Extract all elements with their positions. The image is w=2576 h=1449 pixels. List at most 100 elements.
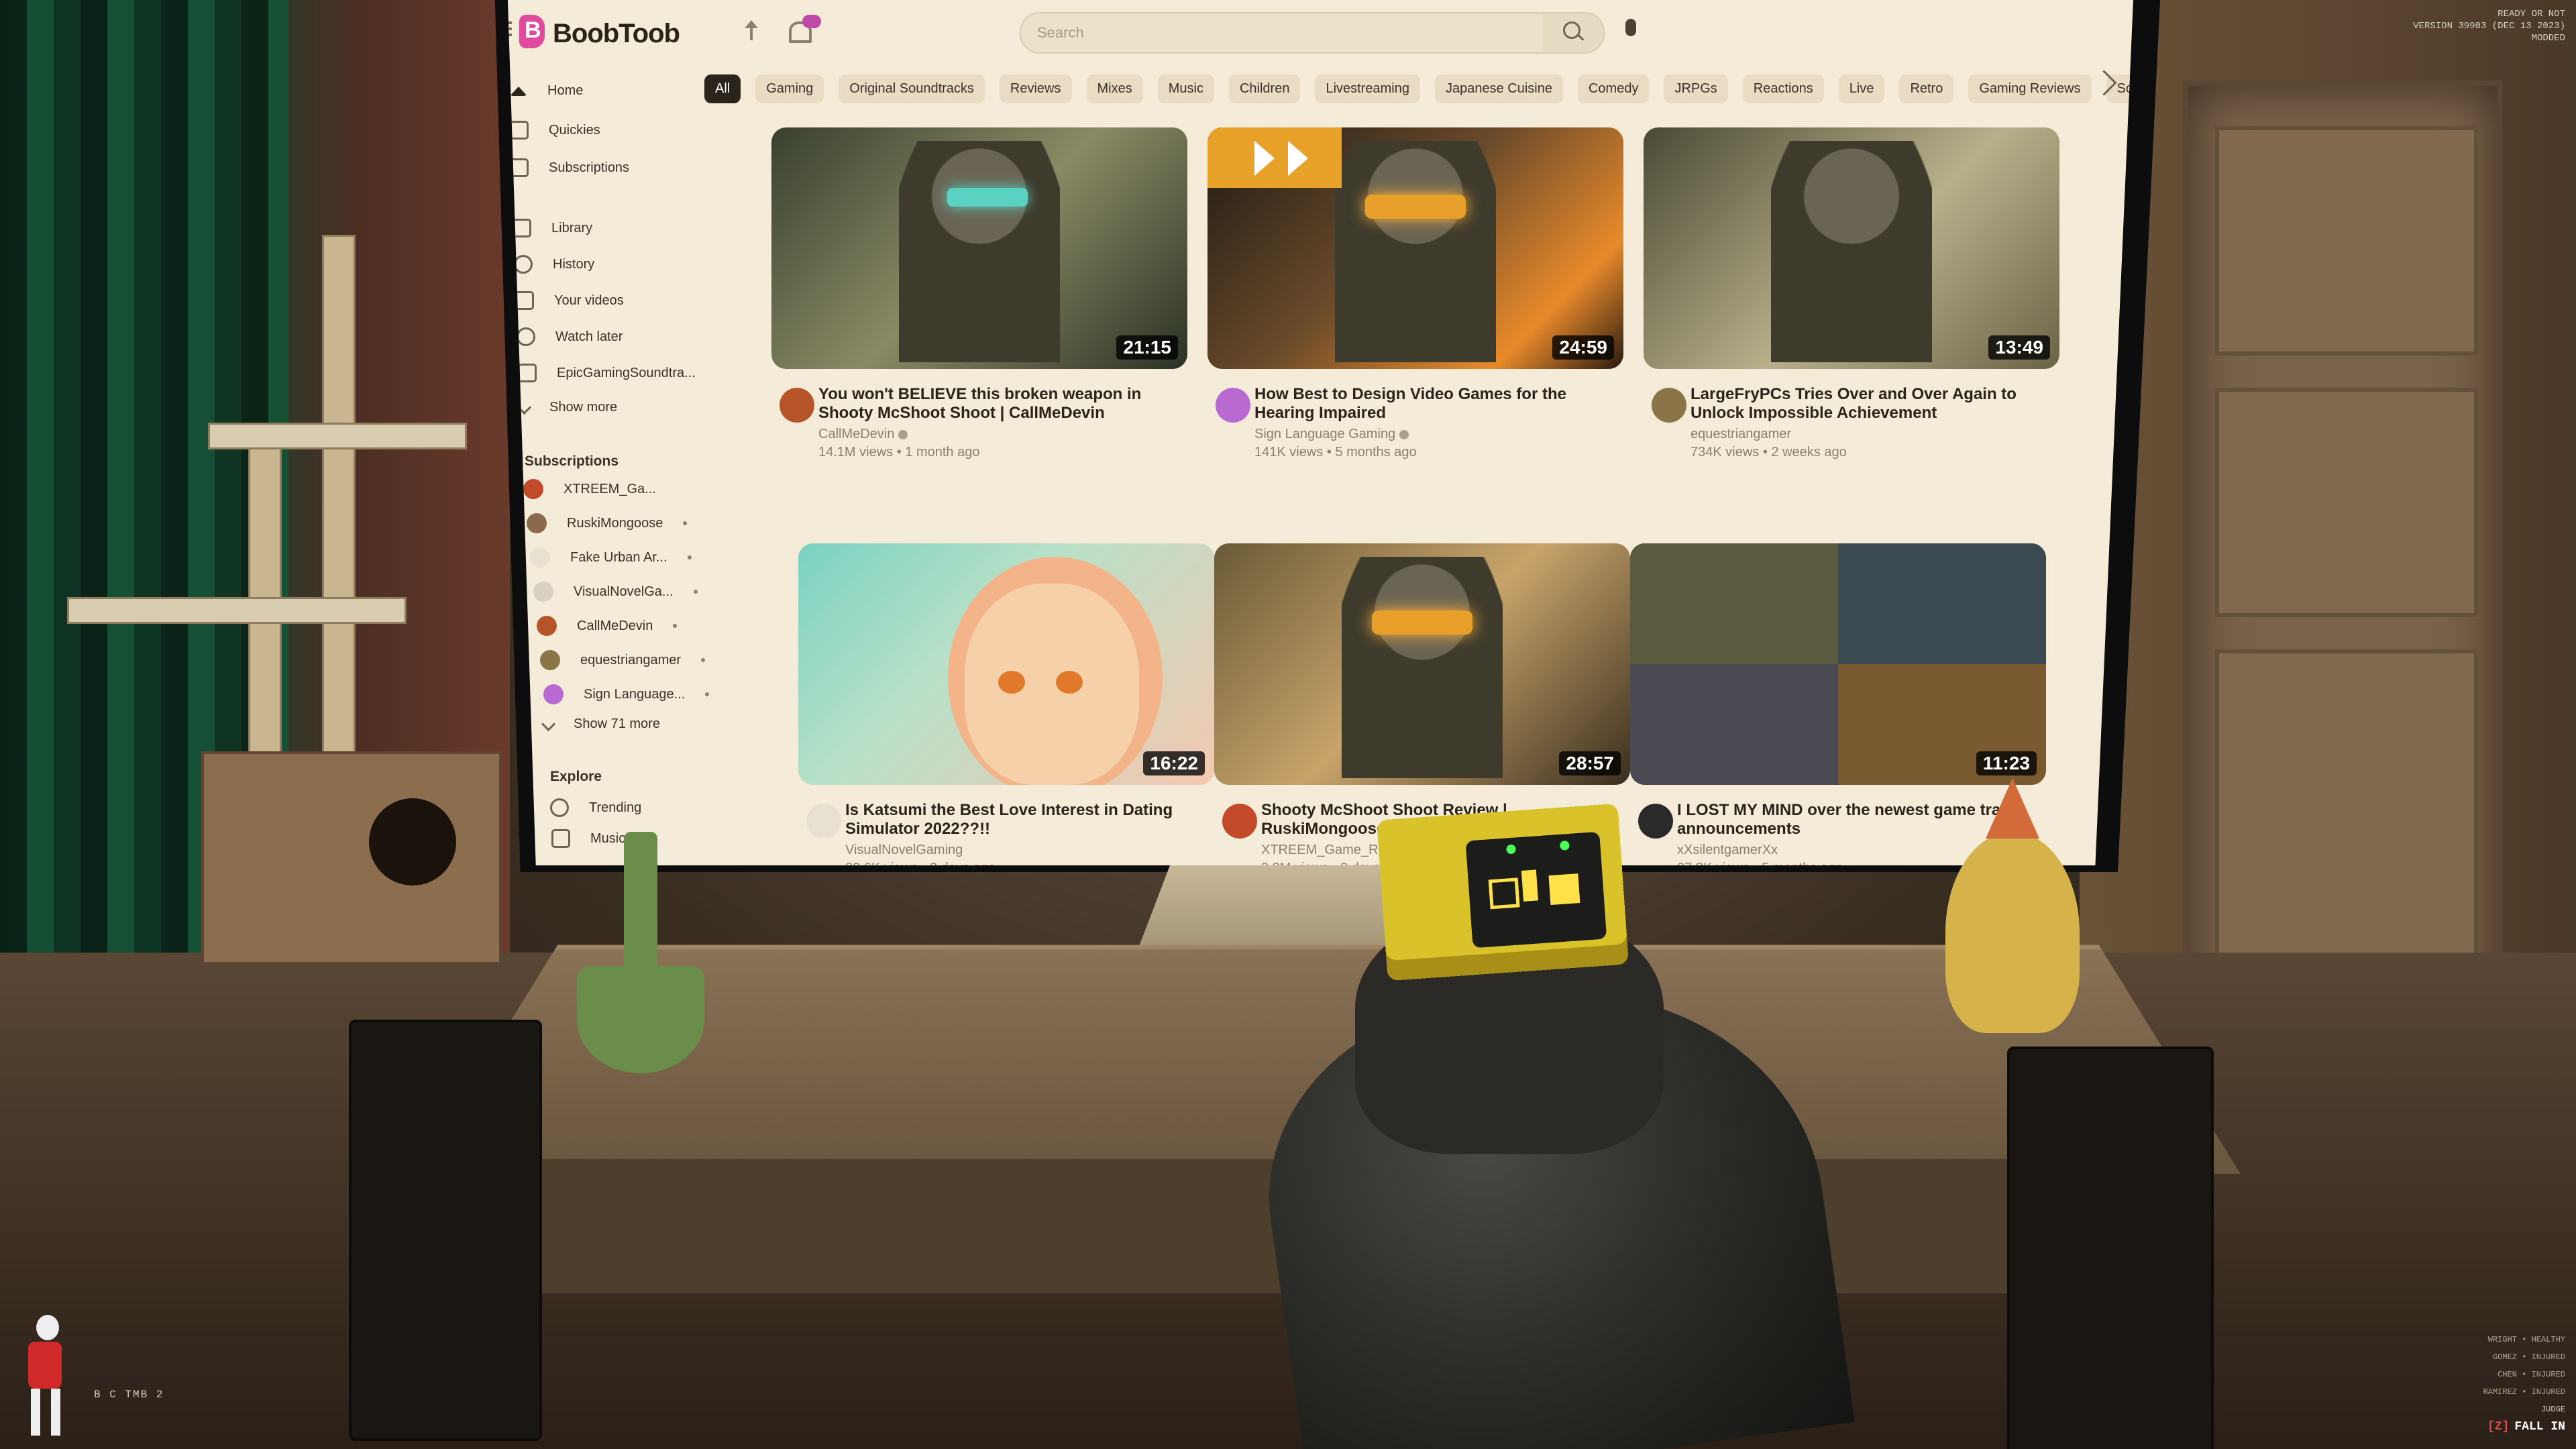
explore-heading: Explore [550,769,602,785]
chip-mixes[interactable]: Mixes [1087,74,1143,103]
build-info: READY OR NOT VERSION 39903 (DEC 13 2023)… [2413,8,2565,44]
video-duration: 28:57 [1559,751,1621,775]
chip-reactions[interactable]: Reactions [1743,74,1824,103]
chip-comedy[interactable]: Comedy [1578,74,1649,103]
chip-live[interactable]: Live [1839,74,1885,103]
playlist-icon [518,364,537,382]
video-title[interactable]: How Best to Design Video Games for the H… [1254,385,1623,423]
chip-music[interactable]: Music [1158,74,1214,103]
new-content-dot [673,624,677,628]
wooden-door[interactable] [2183,80,2502,1017]
video-channel[interactable]: CallMeDevin [818,427,1187,442]
video-duration: 11:23 [1976,751,2037,775]
subscription-item[interactable]: XTREEM_Ga... [523,479,656,499]
home-icon [510,87,527,96]
sidebar-item-home[interactable]: Home [510,83,583,99]
video-grid: 21:15 You won't BELIEVE this broken weapo… [771,127,2100,865]
channel-avatar [533,582,553,602]
subscription-label: CallMeDevin [577,619,653,634]
judge-label: JUDGE [2483,1401,2565,1418]
subscription-label: Fake Urban Ar... [570,550,667,566]
video-card[interactable]: 24:59 How Best to Design Video Games for … [1208,127,1623,460]
left-speaker [349,1020,542,1441]
boobtoob-logo-icon[interactable] [519,15,545,48]
new-content-dot [688,555,692,559]
video-card[interactable]: 21:15 You won't BELIEVE this broken weapo… [771,127,1187,460]
subscription-item[interactable]: Sign Language... [543,684,709,704]
channel-avatar [540,650,560,670]
right-speaker [2007,1046,2214,1449]
video-card[interactable]: 16:22 Is Katsumi the Best Love Interest i… [798,543,1214,876]
sidebar-item-trending[interactable]: Trending [550,798,641,817]
chip-reviews[interactable]: Reviews [1000,74,1072,103]
video-title[interactable]: Is Katsumi the Best Love Interest in Dat… [845,801,1214,839]
cat-tree [201,221,510,959]
video-thumbnail[interactable]: 11:23 [1630,543,2046,785]
channel-avatar[interactable] [806,804,841,839]
search-button-icon[interactable] [1543,12,1605,54]
sidebar-item-subscriptions[interactable]: Subscriptions [510,158,629,177]
notification-badge [802,15,821,28]
sidebar-item-quickies[interactable]: Quickies [510,121,600,140]
verified-badge-icon [1399,430,1409,439]
video-thumbnail[interactable]: 21:15 [771,127,1187,369]
subscription-item[interactable]: equestriangamer [540,650,705,670]
chip-japanese-cuisine[interactable]: Japanese Cuisine [1435,74,1563,103]
chip-livestreaming[interactable]: Livestreaming [1315,74,1420,103]
yellow-figurine[interactable] [1945,832,2080,1033]
subscription-item[interactable]: Fake Urban Ar... [530,547,692,568]
show-more-subscriptions[interactable]: Show 71 more [543,716,660,732]
video-title[interactable]: You won't BELIEVE this broken weapon in … [818,385,1187,423]
new-content-dot [694,590,698,594]
subscription-item[interactable]: VisualNovelGa... [533,582,698,602]
video-stats: 141K views • 5 months ago [1254,445,1623,460]
green-glass-bong[interactable] [577,832,704,1073]
video-thumbnail[interactable]: 28:57 [1214,543,1630,785]
sidebar-item-history[interactable]: History [514,255,594,274]
video-channel[interactable]: VisualNovelGaming [845,843,1214,858]
video-card[interactable]: 13:49 LargeFryPCs Tries Over and Over Aga… [1644,127,2059,460]
subscription-item[interactable]: CallMeDevin [537,616,677,636]
game-scene: BoobToob Search AllGamingOriginal Soundt… [0,0,2576,1449]
chip-original-soundtracks[interactable]: Original Soundtracks [839,74,985,103]
search-placeholder: Search [1037,24,1084,42]
video-channel[interactable]: equestriangamer [1690,427,2059,442]
chip-retro[interactable]: Retro [1899,74,1953,103]
new-content-dot [705,692,709,696]
channel-avatar[interactable] [1216,388,1250,423]
chip-gaming-reviews[interactable]: Gaming Reviews [1968,74,2091,103]
video-duration: 24:59 [1552,335,1614,360]
command-text: FALL IN [2514,1420,2565,1434]
chip-gaming[interactable]: Gaming [755,74,824,103]
channel-avatar[interactable] [1652,388,1686,423]
upload-icon[interactable] [750,23,766,40]
squad-member-status: RAMIREZ • INJURED [2483,1383,2565,1401]
channel-avatar[interactable] [1222,804,1257,839]
video-card[interactable]: 11:23 I LOST MY MIND over the newest game… [1630,543,2046,876]
history-icon [514,255,533,274]
category-chip-bar: All Gaming Original Soundtracks Reviews Mixe… [704,72,2106,105]
video-thumbnail[interactable]: 16:22 [798,543,1214,785]
search-input[interactable]: Search [1020,12,1546,54]
microphone-icon[interactable] [1625,19,1636,36]
tv-screen[interactable]: BoobToob Search AllGamingOriginal Soundt… [483,0,2133,865]
sidebar-item-library[interactable]: Library [513,219,592,237]
channel-avatar[interactable] [780,388,814,423]
equipment-readout: B C TMB 2 [94,1389,164,1401]
video-channel[interactable]: Sign Language Gaming [1254,427,1623,442]
chip-children[interactable]: Children [1229,74,1300,103]
sidebar-show-more[interactable]: Show more [519,400,617,415]
video-duration: 16:22 [1143,751,1205,775]
sidebar-item-your-videos[interactable]: Your videos [515,291,624,310]
trending-icon [550,798,569,817]
subscription-label: RuskiMongoose [567,516,663,531]
sidebar-item-playlist[interactable]: EpicGamingSoundtra... [518,364,696,382]
site-logo-text[interactable]: BoobToob [553,19,680,49]
video-thumbnail[interactable]: 24:59 [1208,127,1623,369]
sidebar-item-watch-later[interactable]: Watch later [517,327,623,346]
video-title[interactable]: LargeFryPCs Tries Over and Over Again to… [1690,385,2059,423]
video-thumbnail[interactable]: 13:49 [1644,127,2059,369]
subscription-item[interactable]: RuskiMongoose [527,513,687,533]
channel-avatar[interactable] [1638,804,1673,839]
chip-jrpgs[interactable]: JRPGs [1664,74,1727,103]
